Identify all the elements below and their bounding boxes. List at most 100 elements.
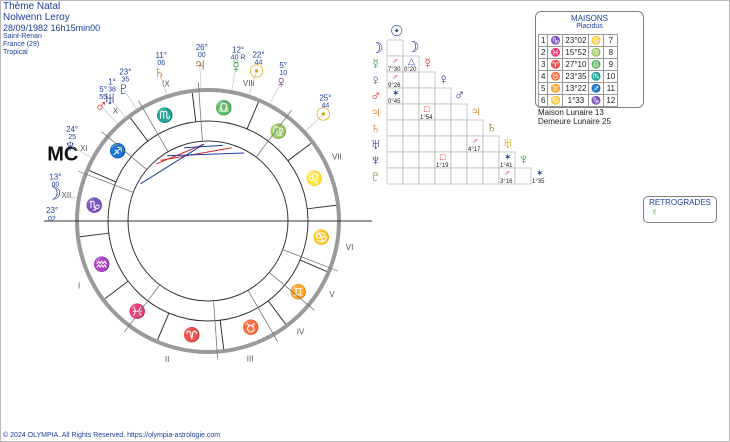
diag-planet-icon: ☿ — [422, 55, 433, 72]
mercury-retro-icon: ☿ — [651, 207, 658, 217]
house-row: 6 ♋ 1°33 ♑ 12 — [537, 94, 619, 107]
cusp-degree: 1°33 — [562, 94, 590, 107]
sign-icon: ♋ — [588, 34, 605, 47]
aspect-cell — [450, 135, 468, 153]
house-number: 12 — [603, 94, 619, 107]
sign-icon: ♐ — [588, 82, 605, 95]
aspect-cell — [418, 87, 436, 105]
aspect-glyph: ♂ — [472, 136, 479, 146]
sign-icon: ♈ — [547, 58, 564, 71]
house-number: 11 — [603, 82, 619, 95]
houses-system: Placidus — [576, 23, 603, 30]
cusp-degree: 13°22 — [562, 82, 590, 95]
row-planet-icon: ♇ — [370, 168, 381, 185]
aspect-cell — [402, 71, 420, 89]
house-row: 5 ♊ 13°22 ♐ 11 — [537, 82, 619, 95]
aspect-cell — [402, 135, 420, 153]
aspect-cell — [450, 103, 468, 121]
aspect-cell — [402, 87, 420, 105]
aspect-cell — [482, 167, 500, 185]
retrogrades-title: RETROGRADES — [649, 198, 711, 207]
aspect-cell — [386, 119, 404, 137]
aspect-orb: 3°16 — [500, 179, 513, 185]
house-row: 3 ♈ 27°10 ♎ 9 — [537, 58, 619, 71]
diag-planet-icon: ♅ — [502, 135, 513, 152]
aspect-cell — [434, 135, 452, 153]
sign-icon: ♑ — [547, 34, 564, 47]
sign-icon: ♎ — [588, 58, 605, 71]
aspect-orb: 1°35 — [532, 179, 545, 185]
aspect-cell — [386, 151, 404, 169]
aspect-cell — [402, 167, 420, 185]
aspect-cell — [418, 119, 436, 137]
aspect-cell — [434, 119, 452, 137]
aspect-cell — [402, 119, 420, 137]
row-planet-icon: ♃ — [370, 104, 381, 121]
aspect-cell — [386, 39, 404, 57]
aspect-cell — [482, 151, 500, 169]
house-number: 4 — [537, 70, 549, 83]
footer-copyright: © 2024 OLYMPIA. All Rights Reserved. htt… — [3, 432, 221, 439]
row-planet-icon: ♂ — [370, 88, 381, 105]
diag-planet-icon: ♃ — [470, 103, 481, 120]
house-number: 7 — [603, 34, 619, 47]
house-number: 9 — [603, 58, 619, 71]
retrogrades-panel: RETROGRADES ☿ — [643, 196, 717, 223]
diag-planet-icon: ♀ — [438, 71, 449, 88]
aspect-cell — [418, 167, 436, 185]
sign-icon: ♓ — [547, 46, 564, 59]
aspect-glyph: ✶ — [504, 152, 512, 162]
aspect-glyph: ✶ — [392, 88, 400, 98]
aspect-cell — [386, 135, 404, 153]
row-planet-icon: ☽ — [370, 40, 383, 57]
aspect-cell — [450, 167, 468, 185]
sign-icon: ♊ — [547, 82, 564, 95]
cusp-degree: 27°10 — [562, 58, 590, 71]
lunar-info: Maison Lunaire 13 Demeure Lunaire 25 — [538, 108, 611, 126]
aspect-cell — [434, 87, 452, 105]
houses-table: 1 ♑ 23°02 ♋ 7 2 ♓ 15°52 ♍ 8 3 ♈ 27°10 ♎ 9 4 ♉ 23°35 ♏ 10 5 ♊ 1… — [537, 34, 619, 107]
row-planet-icon: ♄ — [370, 120, 381, 137]
aspect-glyph: ♂ — [392, 56, 399, 66]
aspect-glyph: □ — [424, 104, 430, 114]
sign-icon: ♏ — [588, 70, 605, 83]
aspect-cell — [402, 151, 420, 169]
cusp-degree: 15°52 — [562, 46, 590, 59]
aspect-cell — [466, 151, 484, 169]
aspect-cell — [466, 119, 484, 137]
diag-planet-icon: ☉ — [390, 23, 403, 40]
lunar-mansion: Demeure Lunaire 25 — [538, 117, 611, 126]
aspect-cell — [434, 103, 452, 121]
aspect-cell — [514, 167, 532, 185]
house-number: 2 — [537, 46, 549, 59]
aspect-cell — [450, 151, 468, 169]
diag-planet-icon: ♄ — [486, 119, 497, 136]
aspect-glyph: □ — [440, 152, 446, 162]
sign-icon: ♋ — [547, 94, 564, 107]
cusp-degree: 23°02 — [562, 34, 590, 47]
aspect-cell — [418, 71, 436, 89]
sign-icon: ♍ — [588, 46, 605, 59]
diag-planet-icon: ☽ — [406, 39, 419, 56]
row-planet-icon: ♅ — [370, 136, 381, 153]
house-number: 5 — [537, 82, 549, 95]
cusp-degree: 23°35 — [562, 70, 590, 83]
aspect-cell — [402, 103, 420, 121]
sign-icon: ♑ — [588, 94, 605, 107]
row-planet-icon: ☿ — [370, 56, 381, 73]
lunar-house: Maison Lunaire 13 — [538, 108, 604, 117]
aspect-glyph: △ — [408, 56, 415, 66]
houses-panel: MAISONS Placidus 1 ♑ 23°02 ♋ 7 2 ♓ 15°52 ♍ 8 3 ♈ 27°… — [535, 11, 644, 108]
house-number: 8 — [603, 46, 619, 59]
house-row: 2 ♓ 15°52 ♍ 8 — [537, 46, 619, 59]
aspect-cell — [418, 135, 436, 153]
row-planet-icon: ♀ — [370, 72, 381, 89]
house-number: 1 — [537, 34, 549, 47]
house-number: 6 — [537, 94, 549, 107]
row-planet-icon: ♆ — [370, 152, 381, 169]
aspect-cell — [386, 103, 404, 121]
aspect-cell — [466, 167, 484, 185]
aspect-cell — [386, 167, 404, 185]
houses-title: MAISONS — [571, 14, 608, 23]
house-row: 1 ♑ 23°02 ♋ 7 — [537, 34, 619, 47]
